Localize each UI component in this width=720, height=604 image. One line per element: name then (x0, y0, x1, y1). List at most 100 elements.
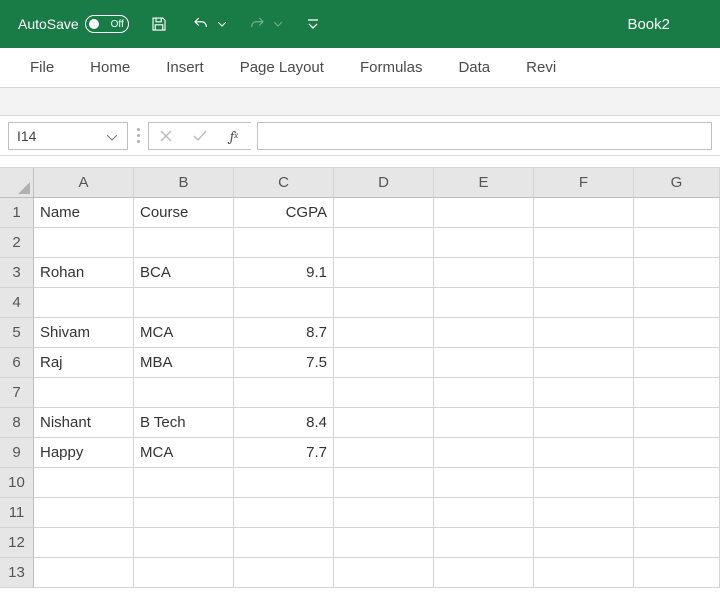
cell-C10[interactable] (234, 468, 334, 498)
cell-E4[interactable] (434, 288, 534, 318)
cell-G12[interactable] (634, 528, 720, 558)
autosave-toggle[interactable]: Off (85, 15, 129, 33)
cell-D11[interactable] (334, 498, 434, 528)
row-header-5[interactable]: 5 (0, 318, 34, 348)
cell-G3[interactable] (634, 258, 720, 288)
cell-B9[interactable]: MCA (134, 438, 234, 468)
cell-F2[interactable] (534, 228, 634, 258)
cell-D1[interactable] (334, 198, 434, 228)
cell-B11[interactable] (134, 498, 234, 528)
cell-A10[interactable] (34, 468, 134, 498)
cell-A13[interactable] (34, 558, 134, 588)
undo-dropdown-icon[interactable] (217, 19, 227, 29)
cell-E5[interactable] (434, 318, 534, 348)
row-header-1[interactable]: 1 (0, 198, 34, 228)
cell-B13[interactable] (134, 558, 234, 588)
save-icon[interactable] (147, 12, 171, 36)
cell-B2[interactable] (134, 228, 234, 258)
cell-B12[interactable] (134, 528, 234, 558)
cell-G8[interactable] (634, 408, 720, 438)
column-header-E[interactable]: E (434, 168, 534, 198)
name-box[interactable]: I14 (8, 122, 128, 150)
cell-A11[interactable] (34, 498, 134, 528)
tab-data[interactable]: Data (440, 48, 508, 87)
cell-E8[interactable] (434, 408, 534, 438)
cell-B1[interactable]: Course (134, 198, 234, 228)
cell-B5[interactable]: MCA (134, 318, 234, 348)
cell-E11[interactable] (434, 498, 534, 528)
cell-F11[interactable] (534, 498, 634, 528)
cell-D7[interactable] (334, 378, 434, 408)
tab-page-layout[interactable]: Page Layout (222, 48, 342, 87)
name-box-dropdown-icon[interactable] (103, 128, 121, 144)
cell-F7[interactable] (534, 378, 634, 408)
row-header-2[interactable]: 2 (0, 228, 34, 258)
spreadsheet-grid[interactable]: ABCDEFG1NameCourseCGPA23RohanBCA9.145Shi… (0, 168, 720, 588)
cell-F6[interactable] (534, 348, 634, 378)
formula-grip[interactable] (134, 128, 142, 143)
column-header-A[interactable]: A (34, 168, 134, 198)
cell-G10[interactable] (634, 468, 720, 498)
row-header-12[interactable]: 12 (0, 528, 34, 558)
column-header-C[interactable]: C (234, 168, 334, 198)
cell-D9[interactable] (334, 438, 434, 468)
cell-C9[interactable]: 7.7 (234, 438, 334, 468)
row-header-3[interactable]: 3 (0, 258, 34, 288)
tab-formulas[interactable]: Formulas (342, 48, 441, 87)
cell-F10[interactable] (534, 468, 634, 498)
row-header-7[interactable]: 7 (0, 378, 34, 408)
row-header-13[interactable]: 13 (0, 558, 34, 588)
insert-function-button[interactable]: fx (217, 123, 251, 149)
cell-A4[interactable] (34, 288, 134, 318)
cell-E13[interactable] (434, 558, 534, 588)
cell-G2[interactable] (634, 228, 720, 258)
autosave-control[interactable]: AutoSave Off (18, 15, 129, 33)
cell-B10[interactable] (134, 468, 234, 498)
cell-G4[interactable] (634, 288, 720, 318)
cell-F13[interactable] (534, 558, 634, 588)
tab-insert[interactable]: Insert (148, 48, 222, 87)
cell-G9[interactable] (634, 438, 720, 468)
formula-input[interactable] (257, 122, 712, 150)
cell-G7[interactable] (634, 378, 720, 408)
cell-E3[interactable] (434, 258, 534, 288)
row-header-10[interactable]: 10 (0, 468, 34, 498)
cell-F4[interactable] (534, 288, 634, 318)
cell-C2[interactable] (234, 228, 334, 258)
cell-F1[interactable] (534, 198, 634, 228)
cell-A3[interactable]: Rohan (34, 258, 134, 288)
cell-C1[interactable]: CGPA (234, 198, 334, 228)
row-header-9[interactable]: 9 (0, 438, 34, 468)
cell-E9[interactable] (434, 438, 534, 468)
cell-E1[interactable] (434, 198, 534, 228)
row-header-8[interactable]: 8 (0, 408, 34, 438)
cell-C3[interactable]: 9.1 (234, 258, 334, 288)
cell-D6[interactable] (334, 348, 434, 378)
cell-E10[interactable] (434, 468, 534, 498)
cell-C12[interactable] (234, 528, 334, 558)
cell-B7[interactable] (134, 378, 234, 408)
cell-E12[interactable] (434, 528, 534, 558)
qat-customize-icon[interactable] (301, 12, 325, 36)
column-header-B[interactable]: B (134, 168, 234, 198)
cell-B3[interactable]: BCA (134, 258, 234, 288)
cell-F5[interactable] (534, 318, 634, 348)
select-all-corner[interactable] (0, 168, 34, 198)
tab-file[interactable]: File (8, 48, 72, 87)
cell-C5[interactable]: 8.7 (234, 318, 334, 348)
cell-F9[interactable] (534, 438, 634, 468)
cell-D4[interactable] (334, 288, 434, 318)
cell-B8[interactable]: B Tech (134, 408, 234, 438)
cell-G5[interactable] (634, 318, 720, 348)
column-header-F[interactable]: F (534, 168, 634, 198)
undo-icon[interactable] (189, 12, 213, 36)
column-header-G[interactable]: G (634, 168, 720, 198)
cell-B4[interactable] (134, 288, 234, 318)
cell-D12[interactable] (334, 528, 434, 558)
cell-F3[interactable] (534, 258, 634, 288)
cell-B6[interactable]: MBA (134, 348, 234, 378)
cell-C13[interactable] (234, 558, 334, 588)
cell-G1[interactable] (634, 198, 720, 228)
cell-E2[interactable] (434, 228, 534, 258)
cell-D5[interactable] (334, 318, 434, 348)
